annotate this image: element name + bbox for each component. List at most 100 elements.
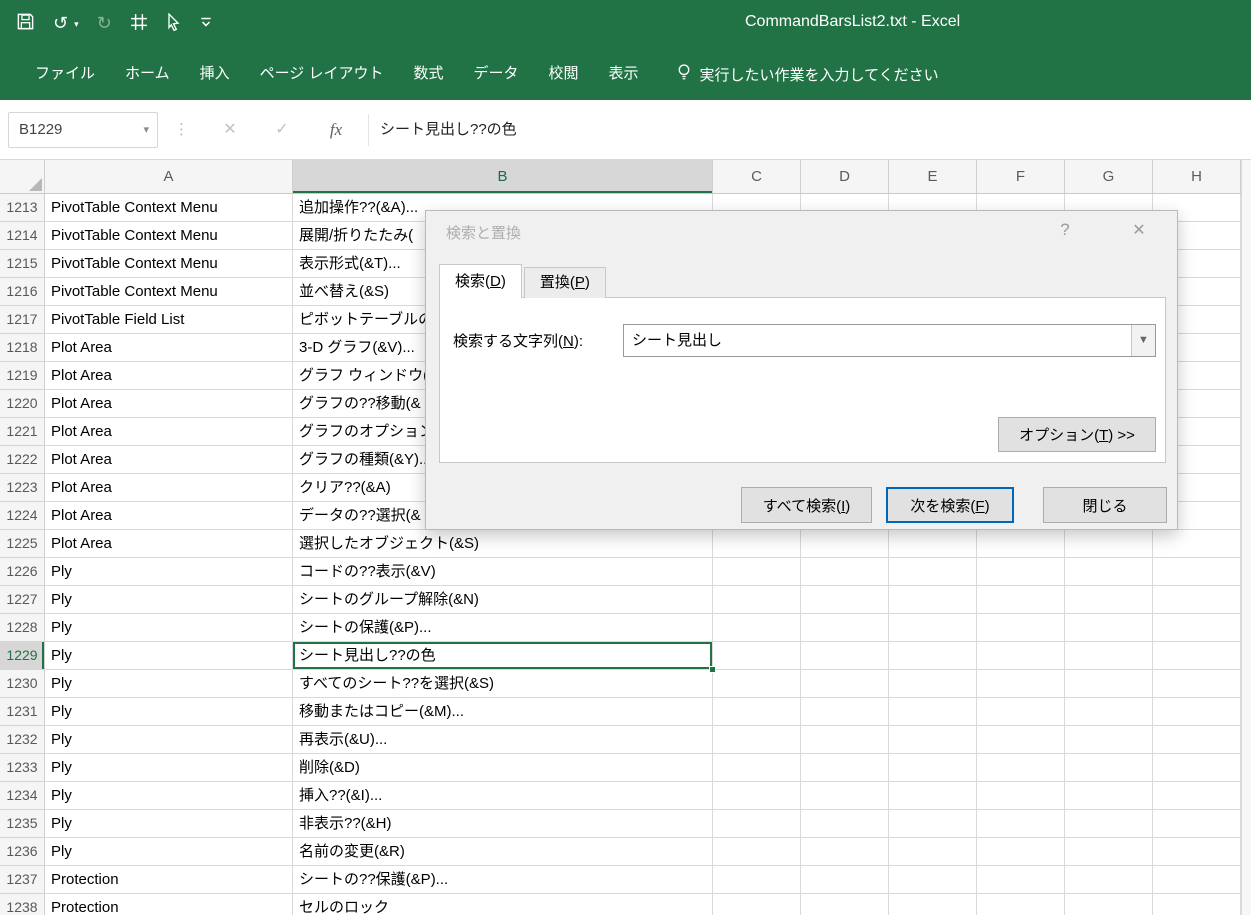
cell-C1234[interactable] [713,782,801,810]
cell-A1219[interactable]: Plot Area [45,362,293,390]
row-header-1228[interactable]: 1228 [0,614,45,642]
cell-A1213[interactable]: PivotTable Context Menu [45,194,293,222]
cell-D1230[interactable] [801,670,889,698]
cell-D1229[interactable] [801,642,889,670]
cell-H1231[interactable] [1153,698,1241,726]
cell-D1227[interactable] [801,586,889,614]
enter-icon[interactable]: ✓ [262,112,302,148]
cell-D1231[interactable] [801,698,889,726]
cell-A1230[interactable]: Ply [45,670,293,698]
cell-F1234[interactable] [977,782,1065,810]
row-header-1221[interactable]: 1221 [0,418,45,446]
cell-E1225[interactable] [889,530,977,558]
row-header-1230[interactable]: 1230 [0,670,45,698]
cell-C1235[interactable] [713,810,801,838]
row-header-1229[interactable]: 1229 [0,642,45,670]
formula-bar-handle[interactable]: ⋮ [174,112,189,148]
cell-H1232[interactable] [1153,726,1241,754]
cell-F1238[interactable] [977,894,1065,915]
row-header-1223[interactable]: 1223 [0,474,45,502]
row-header-1220[interactable]: 1220 [0,390,45,418]
cell-F1226[interactable] [977,558,1065,586]
cell-B1237[interactable]: シートの??保護(&P)... [293,866,713,894]
column-header-f[interactable]: F [977,160,1065,194]
row-header-1227[interactable]: 1227 [0,586,45,614]
undo-dropdown-icon[interactable]: ▾ [74,19,79,30]
cell-C1225[interactable] [713,530,801,558]
tab-find[interactable]: 検索(D) [439,264,522,298]
cell-F1232[interactable] [977,726,1065,754]
row-header-1219[interactable]: 1219 [0,362,45,390]
cancel-icon[interactable]: ✕ [210,112,250,148]
cell-B1227[interactable]: シートのグループ解除(&N) [293,586,713,614]
cell-D1226[interactable] [801,558,889,586]
tab-home[interactable]: ホーム [110,48,185,100]
cell-A1231[interactable]: Ply [45,698,293,726]
cell-A1237[interactable]: Protection [45,866,293,894]
column-header-a[interactable]: A [45,160,293,194]
cell-F1237[interactable] [977,866,1065,894]
tab-page-layout[interactable]: ページ レイアウト [245,48,399,100]
cell-A1217[interactable]: PivotTable Field List [45,306,293,334]
cell-C1229[interactable] [713,642,801,670]
options-button[interactable]: オプション(T) >> [998,417,1156,452]
cell-C1227[interactable] [713,586,801,614]
cell-E1237[interactable] [889,866,977,894]
cell-F1229[interactable] [977,642,1065,670]
cell-F1228[interactable] [977,614,1065,642]
cell-B1228[interactable]: シートの保護(&P)... [293,614,713,642]
row-header-1225[interactable]: 1225 [0,530,45,558]
cell-E1235[interactable] [889,810,977,838]
cell-B1238[interactable]: セルのロック [293,894,713,915]
cell-B1230[interactable]: すべてのシート??を選択(&S) [293,670,713,698]
row-header-1233[interactable]: 1233 [0,754,45,782]
cell-A1227[interactable]: Ply [45,586,293,614]
close-button[interactable]: 閉じる [1043,487,1167,523]
row-header-1234[interactable]: 1234 [0,782,45,810]
cell-F1227[interactable] [977,586,1065,614]
cell-A1228[interactable]: Ply [45,614,293,642]
cell-E1234[interactable] [889,782,977,810]
tab-replace[interactable]: 置換(P) [523,267,606,298]
cell-C1237[interactable] [713,866,801,894]
cell-G1233[interactable] [1065,754,1153,782]
vertical-scrollbar[interactable] [1241,160,1251,915]
cell-G1231[interactable] [1065,698,1153,726]
tab-view[interactable]: 表示 [594,48,654,100]
cell-H1230[interactable] [1153,670,1241,698]
cell-G1230[interactable] [1065,670,1153,698]
cell-D1228[interactable] [801,614,889,642]
row-header-1224[interactable]: 1224 [0,502,45,530]
tell-me-box[interactable]: 実行したい作業を入力してください [676,63,939,85]
cell-D1238[interactable] [801,894,889,915]
grid-borders-icon[interactable] [130,13,148,36]
row-header-1213[interactable]: 1213 [0,194,45,222]
row-header-1214[interactable]: 1214 [0,222,45,250]
cell-H1229[interactable] [1153,642,1241,670]
cell-A1220[interactable]: Plot Area [45,390,293,418]
cell-E1227[interactable] [889,586,977,614]
cell-H1233[interactable] [1153,754,1241,782]
row-header-1222[interactable]: 1222 [0,446,45,474]
cell-A1238[interactable]: Protection [45,894,293,915]
cell-H1228[interactable] [1153,614,1241,642]
cell-A1235[interactable]: Ply [45,810,293,838]
cell-E1228[interactable] [889,614,977,642]
cell-D1225[interactable] [801,530,889,558]
cell-H1236[interactable] [1153,838,1241,866]
tab-file[interactable]: ファイル [20,48,110,100]
cell-G1232[interactable] [1065,726,1153,754]
formula-input[interactable]: シート見出し??の色 [380,112,1231,148]
cell-A1226[interactable]: Ply [45,558,293,586]
cell-A1234[interactable]: Ply [45,782,293,810]
column-header-c[interactable]: C [713,160,801,194]
cell-G1235[interactable] [1065,810,1153,838]
cell-C1226[interactable] [713,558,801,586]
cell-D1236[interactable] [801,838,889,866]
cell-E1230[interactable] [889,670,977,698]
cell-A1222[interactable]: Plot Area [45,446,293,474]
row-header-1232[interactable]: 1232 [0,726,45,754]
row-header-1217[interactable]: 1217 [0,306,45,334]
cell-C1230[interactable] [713,670,801,698]
cell-B1229[interactable]: シート見出し??の色 [293,642,716,673]
